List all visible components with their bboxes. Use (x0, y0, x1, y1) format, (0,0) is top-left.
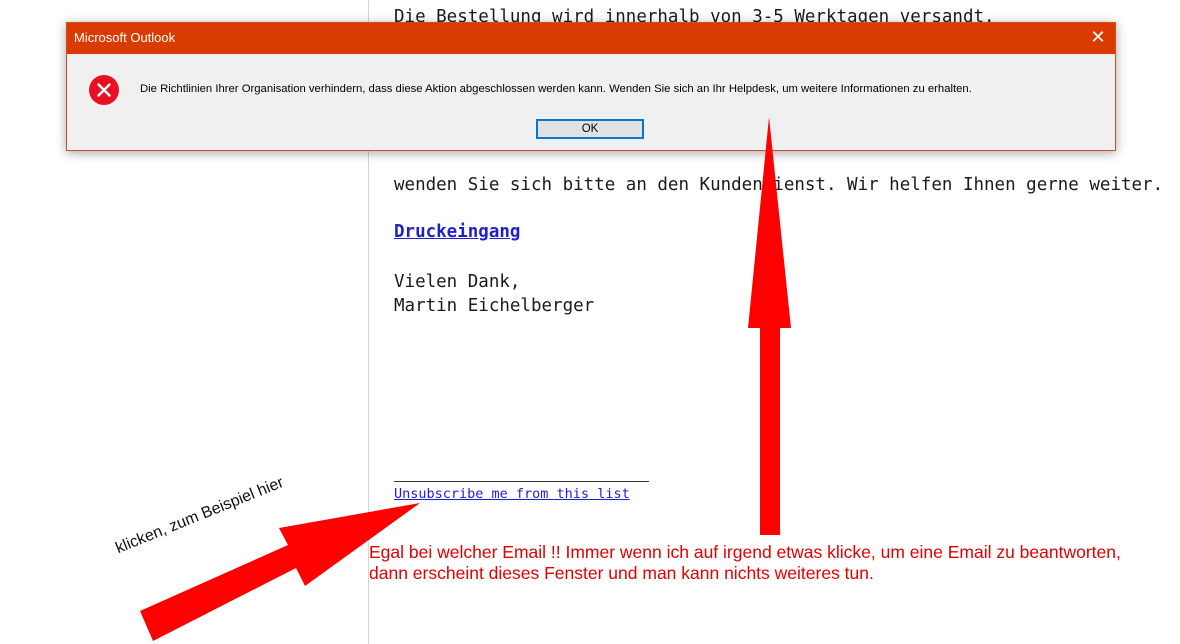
dialog-message: Die Richtlinien Ihrer Organisation verhi… (140, 83, 972, 95)
close-icon[interactable]: ✕ (1081, 23, 1115, 54)
druckeingang-link[interactable]: Druckeingang (394, 222, 520, 242)
dialog-titlebar[interactable]: Microsoft Outlook ✕ (67, 23, 1115, 54)
ok-button[interactable]: OK (536, 119, 644, 139)
error-icon (89, 75, 119, 105)
email-line-contact: wenden Sie sich bitte an den Kundendiens… (394, 175, 1164, 195)
outlook-error-dialog: Microsoft Outlook ✕ Die Richtlinien Ihre… (66, 22, 1116, 151)
unsubscribe-link[interactable]: Unsubscribe me from this list (394, 486, 630, 502)
signature-divider (394, 481, 649, 482)
email-sender: Martin Eichelberger (394, 296, 595, 316)
dialog-title: Microsoft Outlook (74, 30, 176, 45)
email-closing: Vielen Dank, (394, 272, 521, 292)
